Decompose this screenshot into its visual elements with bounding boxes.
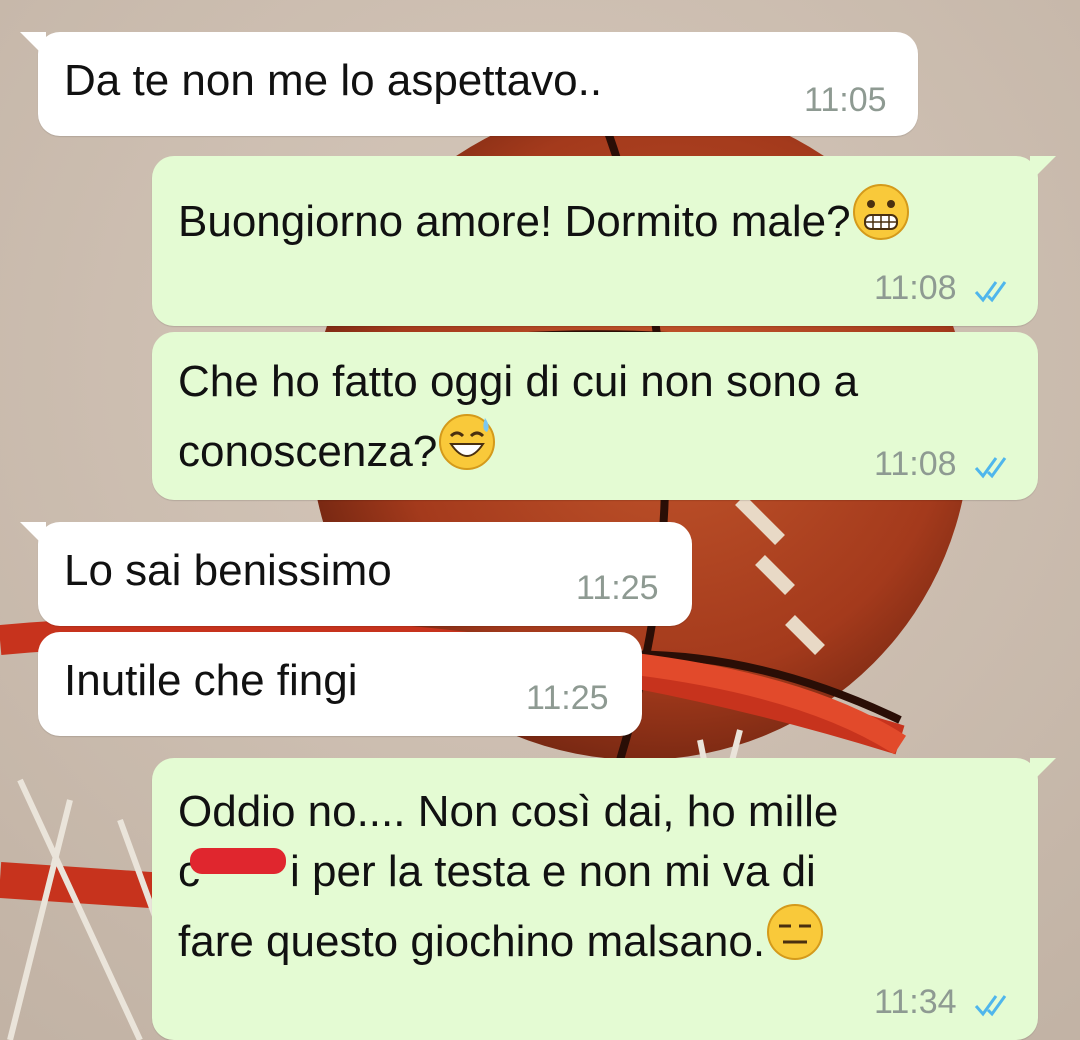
- red-redaction-scribble: [190, 848, 286, 874]
- message-text: Oddio no.... Non così dai, ho mille ci p…: [178, 782, 838, 972]
- bubble-tail: [1030, 758, 1056, 784]
- expressionless-face-emoji-icon: [767, 904, 824, 960]
- message-text: Che ho fatto oggi di cui non sono a cono…: [178, 352, 858, 482]
- read-receipt-double-check-icon: [974, 995, 1007, 1017]
- grimacing-face-emoji-icon: [852, 184, 909, 240]
- read-receipt-double-check-icon: [974, 457, 1007, 479]
- message-bubble-incoming[interactable]: Inutile che fingi 11:25: [38, 632, 642, 736]
- grinning-sweat-face-emoji-icon: [439, 414, 496, 470]
- message-text-line: fare questo giochino malsano.: [178, 917, 766, 966]
- message-time: 11:08: [874, 445, 957, 483]
- message-bubble-outgoing[interactable]: Che ho fatto oggi di cui non sono a cono…: [152, 332, 1038, 500]
- message-text: Da te non me lo aspettavo..: [64, 56, 603, 105]
- message-text: Buongiorno amore! Dormito male?: [178, 182, 911, 251]
- message-bubble-outgoing[interactable]: Oddio no.... Non così dai, ho mille ci p…: [152, 758, 1056, 1040]
- message-text: Lo sai benissimo: [64, 546, 392, 595]
- message-bubble-incoming[interactable]: Da te non me lo aspettavo.. 11:05: [20, 32, 918, 136]
- message-bubble-incoming[interactable]: Lo sai benissimo 11:25: [20, 522, 692, 626]
- message-text-content: Buongiorno amore! Dormito male?: [178, 197, 851, 246]
- message-time: 11:05: [804, 81, 887, 119]
- message-bubble-outgoing[interactable]: Buongiorno amore! Dormito male? 11:08: [152, 156, 1056, 326]
- bubble-tail: [1030, 156, 1056, 182]
- read-receipt-double-check-icon: [974, 281, 1007, 303]
- message-time: 11:25: [576, 569, 659, 607]
- message-time: 11:25: [526, 679, 609, 717]
- message-text-line: conoscenza?: [178, 427, 438, 476]
- message-time: 11:08: [874, 269, 957, 307]
- message-text: Inutile che fingi: [64, 656, 358, 705]
- bubble-tail: [20, 32, 46, 58]
- chat-thread: Da te non me lo aspettavo.. 11:05 Buongi…: [0, 0, 1080, 1040]
- bubble-tail: [20, 522, 46, 548]
- message-text-line: Oddio no.... Non così dai, ho mille: [178, 787, 839, 836]
- message-time: 11:34: [874, 983, 957, 1021]
- message-text-line: Che ho fatto oggi di cui non sono a: [178, 357, 859, 406]
- message-text-line: i per la testa e non mi va di: [290, 847, 816, 896]
